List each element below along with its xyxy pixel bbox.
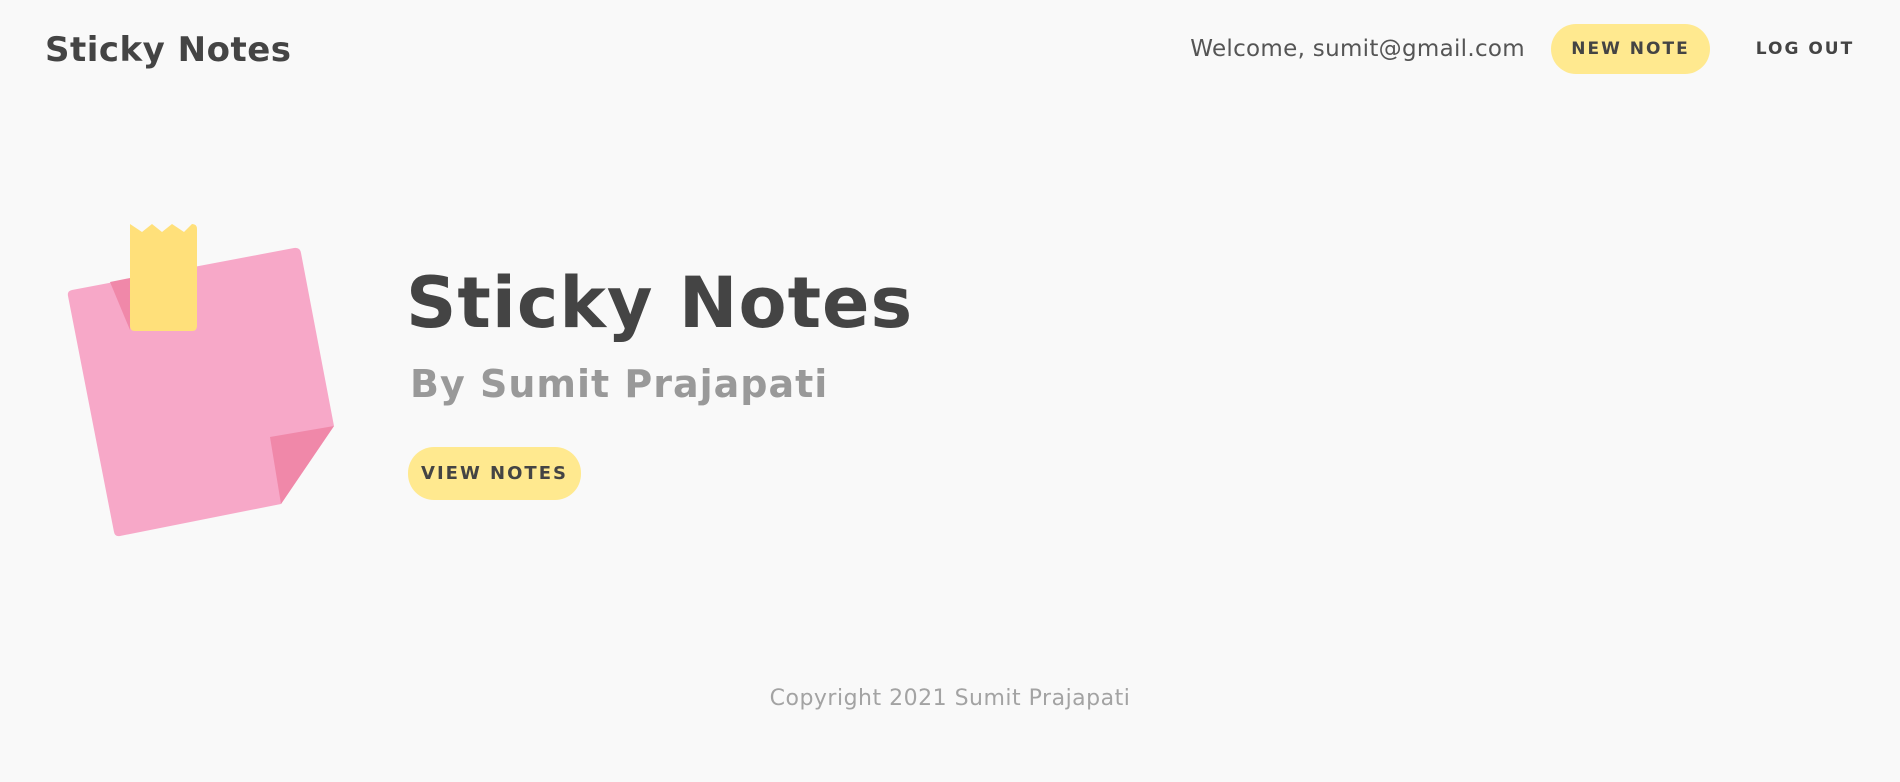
welcome-text: Welcome, sumit@gmail.com [1190, 36, 1525, 62]
hero-subtitle: By Sumit Prajapati [410, 362, 829, 406]
view-notes-button[interactable]: VIEW NOTES [408, 447, 581, 500]
log-out-button[interactable]: LOG OUT [1710, 24, 1900, 74]
hero-title: Sticky Notes [406, 262, 914, 344]
brand-title[interactable]: Sticky Notes [45, 30, 292, 70]
nav-links: Welcome, sumit@gmail.com NEW NOTE LOG OU… [1190, 24, 1900, 74]
top-navbar: Sticky Notes Welcome, sumit@gmail.com NE… [0, 0, 1900, 104]
page: Sticky Notes Welcome, sumit@gmail.com NE… [0, 0, 1900, 782]
footer-copyright: Copyright 2021 Sumit Prajapati [769, 686, 1131, 711]
new-note-button[interactable]: NEW NOTE [1551, 24, 1710, 74]
sticky-note-icon [64, 220, 344, 540]
